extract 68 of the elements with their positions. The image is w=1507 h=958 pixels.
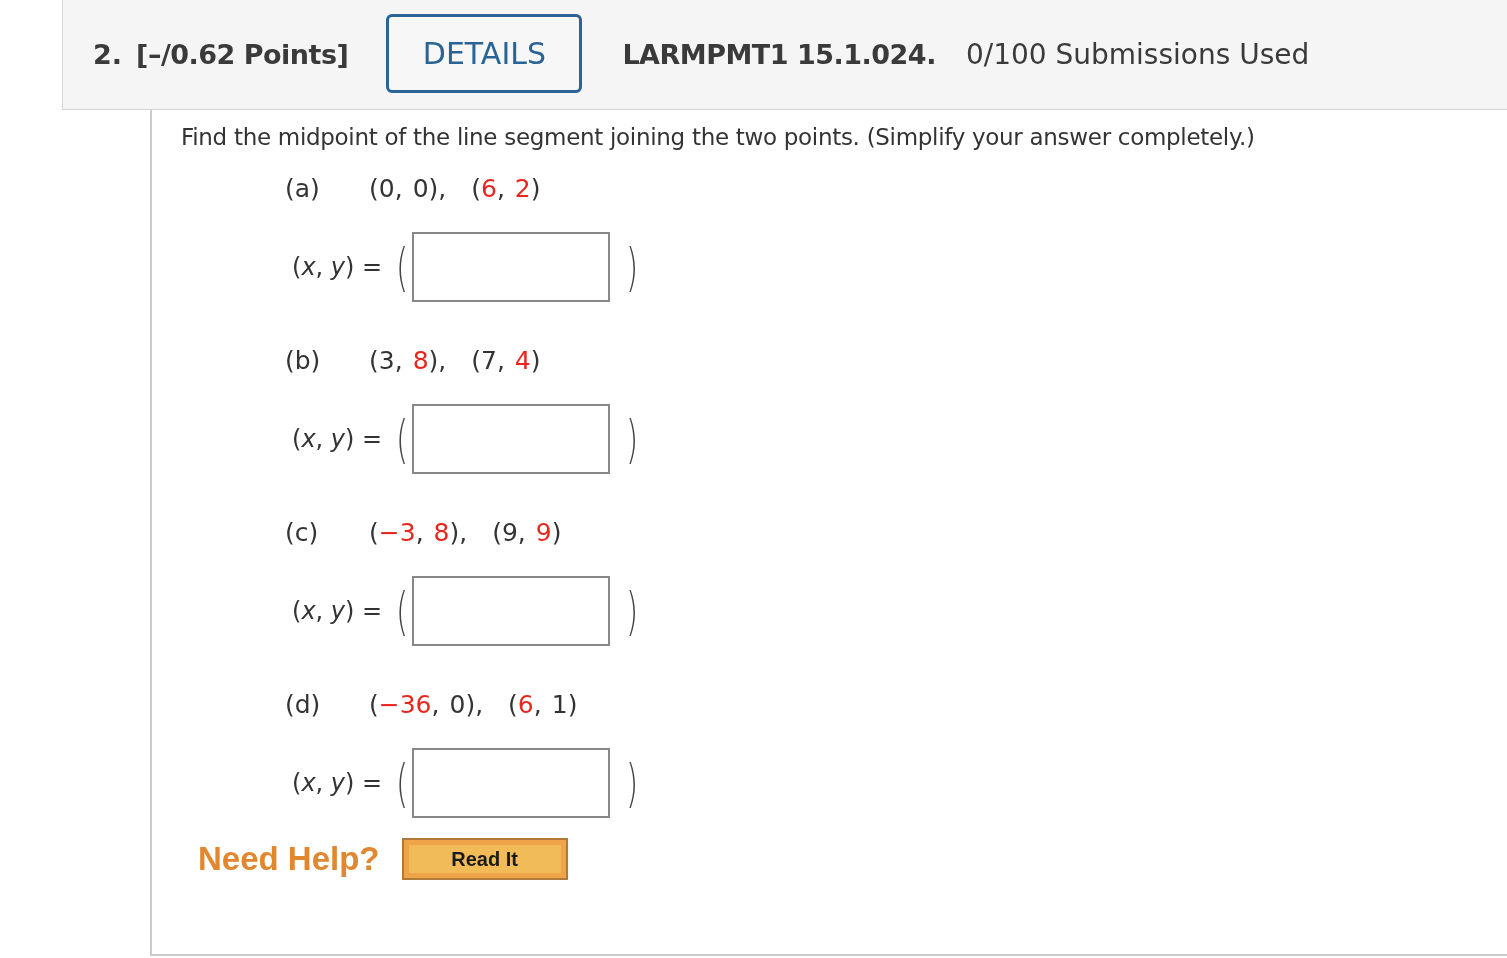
coordinate-text: 6 [517,689,534,719]
question-text: Find the midpoint of the line segment joining the two points. (Simplify your answer completely.) [181,124,1256,150]
coordinate-text: , [496,345,505,375]
coordinate-text: ) [530,345,541,375]
part-label: (c) [285,517,320,547]
close-paren: ) [626,757,639,809]
submissions-count: 0/100 Submissions Used [965,38,1310,71]
coordinate-text: 8 [412,345,429,375]
coordinate-text: 0 [378,173,395,203]
question-number: 2. [93,39,123,70]
coordinate-text: ), [428,345,447,375]
coordinate-text: −36 [378,689,432,719]
points-label: [–/0.62 Points] [136,39,349,70]
coordinate-text: 7 [481,345,497,375]
coordinate-text: , [533,689,542,719]
problem-code: LARMPMT1 15.1.024. [622,39,936,70]
coordinate-text: ( [508,689,518,719]
coordinate-text: 1 [551,689,568,719]
open-paren: ( [396,757,409,809]
coordinate-text: ) [551,517,562,547]
part-label: (b) [285,345,322,375]
coordinate-text: 3 [378,345,395,375]
coordinate-text: ( [471,173,481,203]
coordinate-text: 0 [449,689,466,719]
coordinate-text: 2 [514,173,531,203]
coordinate-text: , [496,173,505,203]
answer-label: (x, y) = [292,597,383,625]
answer-label: (x, y) = [292,769,383,797]
answer-box[interactable] [412,576,611,646]
coordinate-text: , [517,517,526,547]
coordinate-text: 4 [514,345,531,375]
coordinate-text: 9 [501,517,518,547]
close-paren: ) [626,585,639,637]
coordinate-text: ), [428,173,447,203]
coordinate-text: , [431,689,440,719]
open-paren: ( [396,585,409,637]
coordinate-text: , [394,173,403,203]
coordinate-text: ) [567,689,578,719]
coordinate-text: 0 [412,173,429,203]
answer-label: (x, y) = [292,253,383,281]
coordinate-text: ( [492,517,502,547]
coordinate-text: 8 [433,517,450,547]
answer-box[interactable] [412,232,611,302]
coordinate-text: ) [530,173,541,203]
read-it-button[interactable]: Read It [401,838,568,880]
coordinate-text: ), [449,517,468,547]
coordinate-text: ( [369,517,379,547]
coordinate-text: 6 [481,173,497,203]
open-paren: ( [396,241,409,293]
details-button[interactable]: DETAILS [386,13,583,93]
answer-box[interactable] [412,404,611,474]
coordinate-text: ), [465,689,484,719]
answer-box[interactable] [412,748,611,818]
coordinate-text: ( [369,689,379,719]
answer-label: (x, y) = [292,425,383,453]
coordinate-text: ( [369,345,379,375]
open-paren: ( [396,413,409,465]
part-label: (a) [285,173,321,203]
coordinate-text: 9 [535,517,552,547]
coordinate-text: ( [471,345,481,375]
coordinate-text: , [394,345,403,375]
need-help-label: Need Help? [198,840,380,878]
close-paren: ) [626,413,639,465]
coordinate-text: , [415,517,424,547]
part-label: (d) [285,689,322,719]
coordinate-text: ( [369,173,379,203]
close-paren: ) [626,241,639,293]
coordinate-text: −3 [378,517,416,547]
